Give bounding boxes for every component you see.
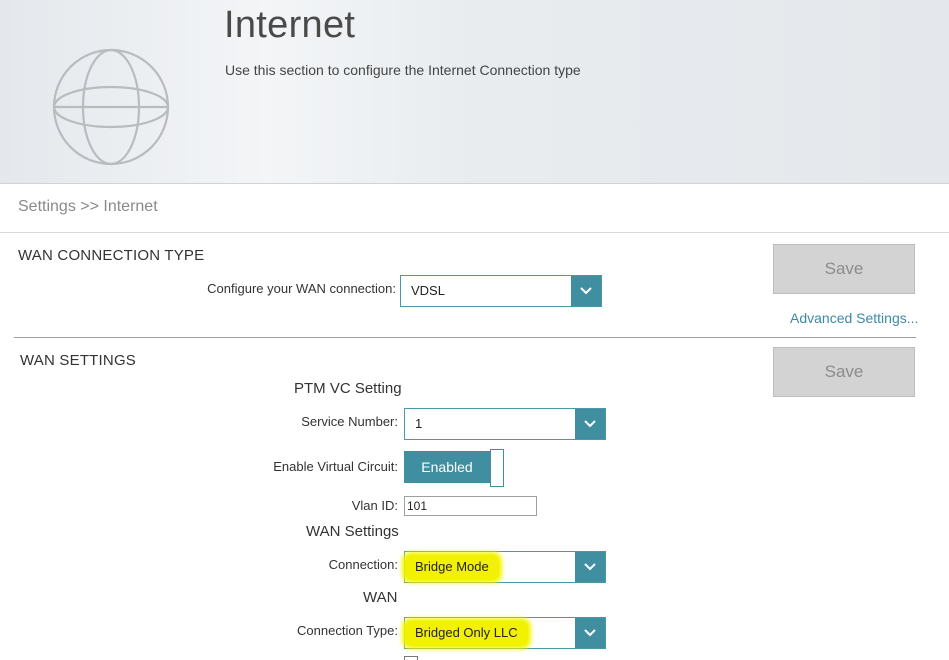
wan-connection-select[interactable]: VDSL: [400, 275, 602, 307]
highlight: Bridged Only LLC: [405, 621, 528, 646]
connection-select[interactable]: Bridge Mode: [404, 551, 606, 583]
configure-wan-label: Configure your WAN connection:: [207, 281, 396, 296]
connection-type-select[interactable]: Bridged Only LLC: [404, 617, 606, 649]
breadcrumb: Settings >> Internet: [0, 185, 949, 233]
vlan-id-input[interactable]: [404, 496, 537, 516]
section-divider: [14, 337, 916, 338]
connection-type-value: Bridged Only LLC: [405, 621, 528, 646]
save-button-wan-settings[interactable]: Save: [773, 347, 915, 397]
advanced-settings-link[interactable]: Advanced Settings...: [790, 310, 918, 326]
toggle-knob[interactable]: [490, 449, 504, 487]
page-header: Internet Use this section to configure t…: [0, 0, 949, 184]
page-title: Internet: [224, 4, 356, 46]
vlan-id-label: Vlan ID:: [351, 498, 398, 513]
chevron-down-icon[interactable]: [575, 552, 605, 582]
toggle-state: Enabled: [404, 451, 490, 483]
service-number-value: 1: [415, 416, 423, 431]
service-number-label: Service Number:: [301, 414, 398, 429]
highlight: Bridge Mode: [405, 555, 499, 580]
service-number-select[interactable]: 1: [404, 408, 606, 440]
page-subtitle: Use this section to configure the Intern…: [225, 62, 581, 78]
globe-icon: [52, 48, 170, 166]
save-button-connection-type[interactable]: Save: [773, 244, 915, 294]
wan-settings-heading: WAN SETTINGS: [20, 352, 137, 369]
connection-value: Bridge Mode: [405, 555, 499, 580]
connection-type-label: Connection Type:: [297, 623, 398, 638]
enable-vc-label: Enable Virtual Circuit:: [273, 459, 398, 474]
wan-connection-value: VDSL: [411, 283, 445, 298]
checkbox[interactable]: [404, 656, 418, 660]
chevron-down-icon[interactable]: [575, 618, 605, 648]
enable-vc-toggle[interactable]: Enabled: [404, 449, 504, 487]
chevron-down-icon[interactable]: [571, 276, 601, 306]
breadcrumb-text: Settings >> Internet: [18, 198, 158, 215]
wan-subheading: WAN: [363, 589, 398, 606]
chevron-down-icon[interactable]: [575, 409, 605, 439]
wan-connection-type-heading: WAN CONNECTION TYPE: [18, 247, 205, 264]
wan-settings-subheading: WAN Settings: [306, 523, 399, 540]
connection-label: Connection:: [328, 557, 398, 572]
ptm-vc-heading: PTM VC Setting: [294, 380, 402, 397]
